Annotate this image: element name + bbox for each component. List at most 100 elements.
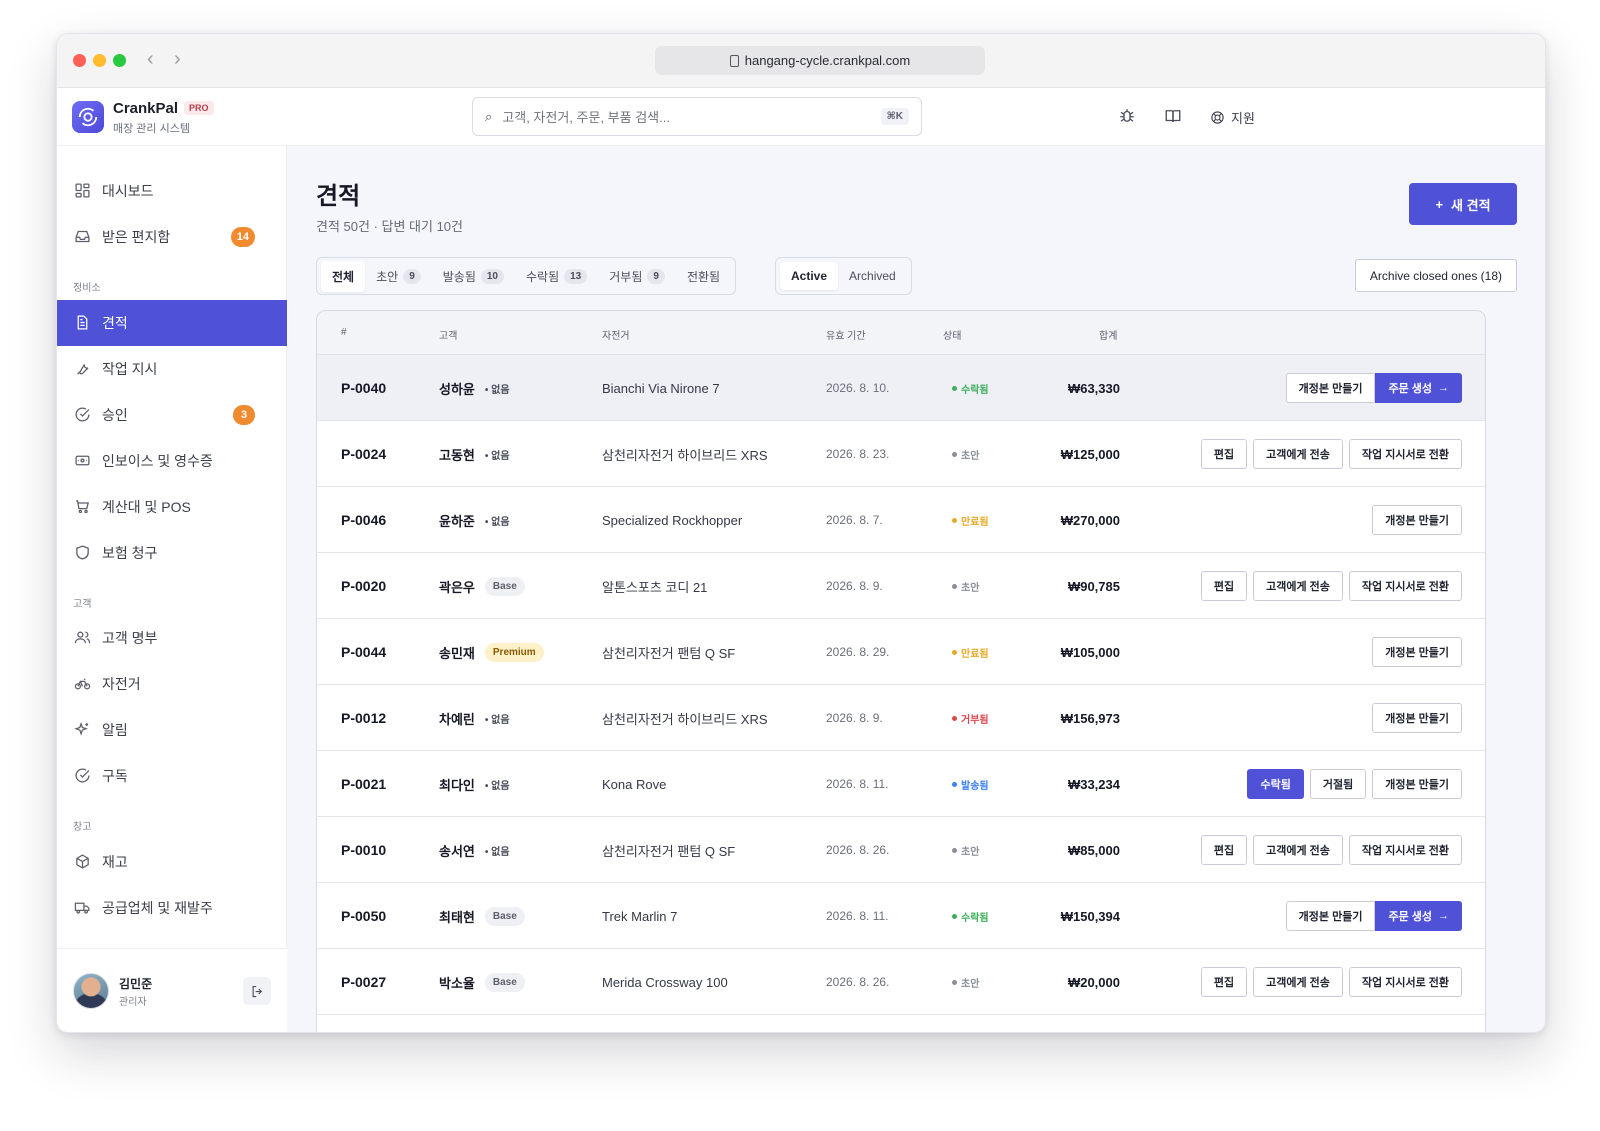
sidebar-item-subscriptions[interactable]: 구독	[57, 753, 287, 799]
back-arrow-icon[interactable]: ‹	[147, 48, 154, 71]
tab-converted[interactable]: 전환됨	[676, 261, 731, 292]
sidebar-item-insurance[interactable]: 보험 청구	[57, 530, 287, 576]
edit-button[interactable]: 편집	[1200, 571, 1248, 601]
create-revision-button[interactable]: 개정본 만들기	[1372, 637, 1462, 667]
table-row[interactable]: P-0012 차예린 • 없음 삼천리자전거 하이브리드 XRS 2026. 8…	[317, 685, 1485, 751]
create-revision-button[interactable]: 개정본 만들기	[1285, 901, 1376, 931]
customer-name[interactable]: 박소율	[439, 973, 475, 992]
customer-name[interactable]: 차예린	[439, 709, 475, 728]
status-dot	[952, 451, 957, 457]
convert-to-work-order-button[interactable]: 작업 지시서로 전환	[1348, 571, 1462, 601]
send-to-customer-button[interactable]: 고객에게 전송	[1253, 835, 1343, 865]
create-revision-button[interactable]: 개정본 만들기	[1372, 505, 1462, 535]
status-label: 만료됨	[961, 516, 989, 528]
tab-label: 초안	[376, 269, 399, 284]
table-row[interactable]: P-0040 성하윤 • 없음 Bianchi Via Nirone 7 202…	[317, 355, 1485, 421]
table-row[interactable]: P-0010 송서연 • 없음 삼천리자전거 팬텀 Q SF 2026. 8. …	[317, 817, 1485, 883]
bug-icon[interactable]	[1118, 107, 1136, 130]
column-header-valid: 유효 기간	[826, 331, 866, 342]
customer-name[interactable]: 최태현	[439, 907, 475, 926]
quote-id[interactable]: P-0050	[341, 883, 386, 949]
valid-until-date: 2026. 8. 26.	[826, 843, 890, 857]
avatar[interactable]	[73, 973, 109, 1009]
tab-draft[interactable]: 초안 9	[365, 261, 432, 292]
tab-rejected[interactable]: 거부됨 9	[598, 261, 676, 292]
send-to-customer-button[interactable]: 고객에게 전송	[1253, 571, 1343, 601]
segment-archived[interactable]: Archived	[838, 262, 907, 290]
table-row[interactable]: P-0027 박소율 Base Merida Crossway 100 2026…	[317, 949, 1485, 1015]
search-input[interactable]: ⌕ 고객, 자전거, 주문, 부품 검색... ⌘K	[472, 97, 922, 136]
send-to-customer-button[interactable]: 고객에게 전송	[1253, 439, 1343, 469]
customer-name[interactable]: 성하윤	[439, 379, 475, 398]
edit-button[interactable]: 편집	[1200, 835, 1248, 865]
quote-id[interactable]: P-0027	[341, 949, 386, 1015]
mark-rejected-button[interactable]: 거절됨	[1309, 769, 1367, 799]
status-dot	[952, 847, 957, 853]
create-order-button[interactable]: 주문 생성 →	[1375, 373, 1462, 403]
quote-total: ₩156,973	[1060, 710, 1120, 726]
sidebar-item-work-orders[interactable]: 작업 지시	[57, 346, 287, 392]
sidebar-item-approvals[interactable]: 승인 3	[57, 392, 287, 438]
sidebar-item-quotes[interactable]: 견적	[57, 300, 287, 346]
tab-sent[interactable]: 발송됨 10	[432, 261, 515, 292]
convert-to-work-order-button[interactable]: 작업 지시서로 전환	[1348, 967, 1462, 997]
mark-accepted-button[interactable]: 수락됨	[1247, 769, 1304, 799]
quote-id[interactable]: P-0021	[341, 751, 386, 817]
sidebar-item-notifications[interactable]: 알림	[57, 707, 287, 753]
sidebar-item-customers[interactable]: 고객 명부	[57, 615, 287, 661]
table-row[interactable]: P-0021 최다인 • 없음 Kona Rove 2026. 8. 11. 발…	[317, 751, 1485, 817]
sidebar-item-dashboard[interactable]: 대시보드	[57, 168, 287, 214]
create-revision-button[interactable]: 개정본 만들기	[1285, 373, 1376, 403]
create-revision-button[interactable]: 개정본 만들기	[1372, 703, 1462, 733]
table-row[interactable]: P-0050 최태현 Base Trek Marlin 7 2026. 8. 1…	[317, 883, 1485, 949]
address-bar[interactable]: hangang-cycle.crankpal.com	[655, 46, 985, 75]
create-order-button[interactable]: 주문 생성 →	[1375, 901, 1462, 931]
quote-id[interactable]: P-0020	[341, 553, 386, 619]
book-icon[interactable]	[1164, 107, 1182, 130]
edit-button[interactable]: 편집	[1200, 439, 1248, 469]
support-button[interactable]: 지원	[1210, 108, 1255, 127]
quote-total: ₩63,330	[1067, 380, 1120, 396]
send-to-customer-button[interactable]: 고객에게 전송	[1253, 967, 1343, 997]
quote-id[interactable]: P-0044	[341, 619, 386, 685]
segment-active[interactable]: Active	[780, 262, 839, 290]
button-label: 고객에게 전송	[1266, 581, 1330, 593]
customer-name[interactable]: 곽은우	[439, 577, 475, 596]
table-row[interactable]: P-0046 윤하준 • 없음 Specialized Rockhopper 2…	[317, 487, 1485, 553]
status-badge: 초안	[952, 421, 979, 487]
customer-name[interactable]: 송민재	[439, 643, 475, 662]
forward-arrow-icon[interactable]: ›	[174, 48, 181, 71]
customer-name[interactable]: 윤하준	[439, 511, 475, 530]
convert-to-work-order-button[interactable]: 작업 지시서로 전환	[1348, 439, 1462, 469]
crankpal-logo[interactable]	[72, 101, 104, 133]
minimize-window-dot[interactable]	[93, 54, 106, 67]
convert-to-work-order-button[interactable]: 작업 지시서로 전환	[1348, 835, 1462, 865]
create-revision-button[interactable]: 개정본 만들기	[1372, 769, 1462, 799]
quote-id[interactable]: P-0012	[341, 685, 386, 751]
quote-id[interactable]: P-0010	[341, 817, 386, 883]
customer-name[interactable]: 고동현	[439, 445, 475, 464]
maximize-window-dot[interactable]	[113, 54, 126, 67]
quote-id[interactable]: P-0046	[341, 487, 386, 553]
sidebar-item-inbox[interactable]: 받은 편지함 14	[57, 214, 287, 260]
tab-all[interactable]: 전체	[321, 260, 366, 292]
sidebar-item-inventory[interactable]: 재고	[57, 839, 287, 885]
close-window-dot[interactable]	[73, 54, 86, 67]
quote-id[interactable]: P-0040	[341, 355, 386, 421]
archive-closed-button[interactable]: Archive closed ones (18)	[1354, 259, 1517, 292]
edit-button[interactable]: 편집	[1200, 967, 1248, 997]
table-row[interactable]: P-0024 고동현 • 없음 삼천리자전거 하이브리드 XRS 2026. 8…	[317, 421, 1485, 487]
sidebar-item-bikes[interactable]: 자전거	[57, 661, 287, 707]
customer-name[interactable]: 송서연	[439, 841, 475, 860]
sidebar-item-pos[interactable]: 계산대 및 POS	[57, 484, 287, 530]
table-row[interactable]: P-0020 곽은우 Base 알톤스포츠 코디 21 2026. 8. 9. …	[317, 553, 1485, 619]
sidebar-item-suppliers[interactable]: 공급업체 및 재발주	[57, 885, 287, 931]
table-row[interactable]: P-0044 송민재 Premium 삼천리자전거 팬텀 Q SF 2026. …	[317, 619, 1485, 685]
tab-accepted[interactable]: 수락됨 13	[515, 261, 598, 292]
customer-name[interactable]: 최다인	[439, 775, 475, 794]
customer-cell: 성하윤 • 없음	[439, 355, 510, 421]
logout-button[interactable]	[243, 977, 271, 1005]
quote-id[interactable]: P-0024	[341, 421, 386, 487]
sidebar-item-invoices[interactable]: 인보이스 및 영수증	[57, 438, 287, 484]
new-quote-button[interactable]: + 새 견적	[1409, 183, 1517, 225]
